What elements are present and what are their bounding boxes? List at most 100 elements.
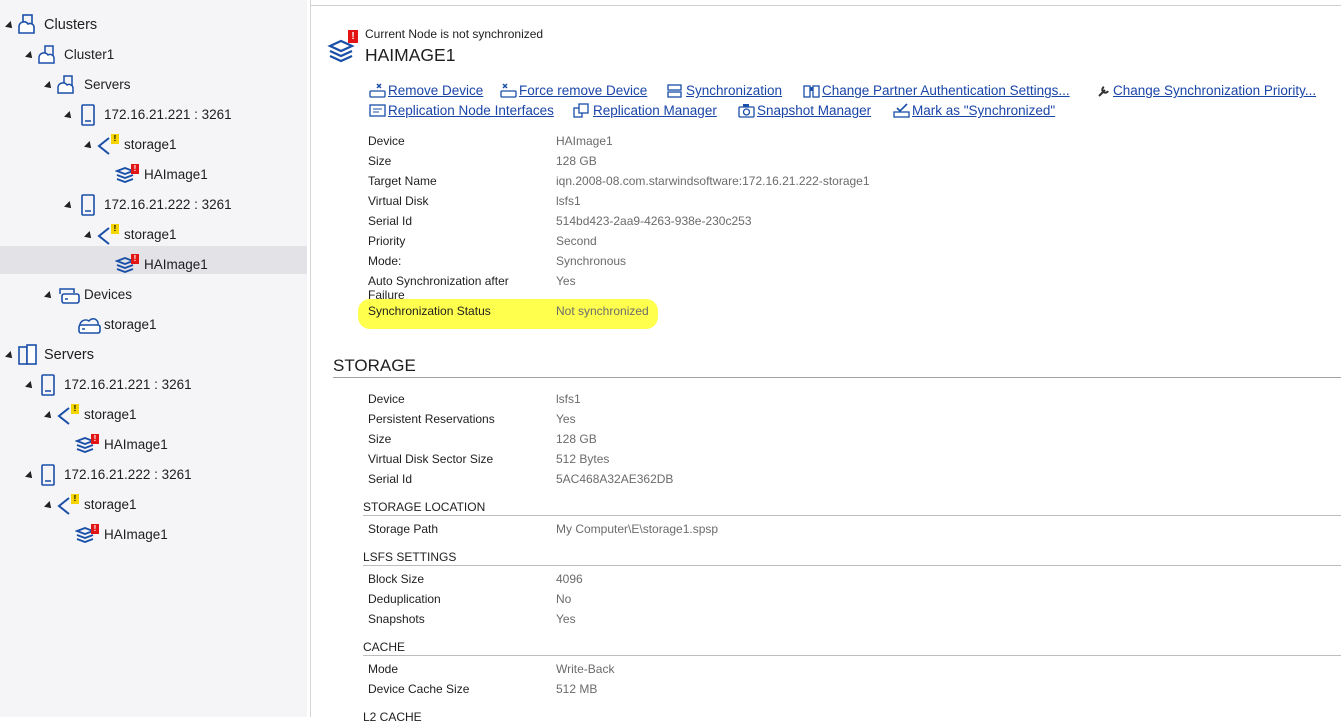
property-value: Synchronous bbox=[556, 254, 627, 268]
subsection-divider bbox=[363, 565, 1341, 566]
expand-arrow-icon[interactable] bbox=[25, 381, 35, 391]
sync-status-notice: Current Node is not synchronized bbox=[365, 27, 544, 41]
property-value: 514bd423-2aa9-4263-938e-230c253 bbox=[556, 214, 752, 228]
server-icon bbox=[81, 194, 95, 216]
l2-cache-title: L2 CACHE bbox=[363, 710, 422, 724]
error-badge-icon: ! bbox=[131, 254, 139, 264]
tree-label: Devices bbox=[84, 287, 133, 302]
property-label: Persistent Reservations bbox=[368, 412, 495, 426]
mark-as-synchronized-link[interactable]: Mark as "Synchronized" bbox=[893, 103, 1055, 118]
servers-icon bbox=[18, 344, 37, 365]
sync-icon bbox=[667, 84, 682, 98]
property-label: Priority bbox=[368, 234, 406, 248]
expand-arrow-icon[interactable] bbox=[44, 81, 54, 91]
expand-arrow-icon[interactable] bbox=[84, 231, 94, 241]
expand-arrow-icon[interactable] bbox=[25, 51, 35, 61]
property-value: 4096 bbox=[556, 572, 583, 586]
tree-label: Servers bbox=[84, 77, 131, 92]
server-icon bbox=[81, 104, 95, 126]
expand-arrow-icon[interactable] bbox=[5, 21, 15, 31]
property-label: Device bbox=[368, 134, 405, 148]
tree-label: 172.16.21.221 : 3261 bbox=[104, 107, 232, 122]
tree-label: 172.16.21.221 : 3261 bbox=[64, 377, 192, 392]
warning-badge-icon: ! bbox=[111, 224, 119, 234]
subsection-divider bbox=[363, 515, 1341, 516]
remove-device-link[interactable]: Remove Device bbox=[369, 83, 483, 98]
tree-label: Clusters bbox=[44, 17, 98, 33]
expand-arrow-icon[interactable] bbox=[5, 351, 15, 361]
tree-label: Servers bbox=[44, 347, 94, 363]
wrench-icon bbox=[1098, 86, 1109, 97]
property-label: Mode bbox=[368, 662, 399, 676]
warning-badge-icon: ! bbox=[71, 494, 79, 504]
property-value: 128 GB bbox=[556, 154, 597, 168]
property-label: Size bbox=[368, 154, 392, 168]
synchronization-link[interactable]: Synchronization bbox=[666, 83, 782, 98]
property-label: Deduplication bbox=[368, 592, 441, 606]
property-value: Not synchronized bbox=[556, 304, 649, 318]
replication-node-interfaces-link[interactable]: Replication Node Interfaces bbox=[369, 103, 554, 118]
tree-label: storage1 bbox=[104, 317, 157, 332]
lsfs-settings-title: LSFS SETTINGS bbox=[363, 550, 457, 564]
cluster-icon bbox=[38, 45, 55, 64]
property-label: Synchronization Status bbox=[368, 304, 491, 318]
device-icon bbox=[78, 318, 101, 334]
expand-arrow-icon[interactable] bbox=[64, 201, 74, 211]
property-value: My Computer\E\storage1.spsp bbox=[556, 522, 719, 536]
tree-label: HAImage1 bbox=[104, 437, 168, 452]
snapshot-manager-link[interactable]: Snapshot Manager bbox=[738, 103, 871, 118]
property-value: Yes bbox=[556, 274, 576, 288]
server-icon bbox=[41, 374, 55, 396]
property-label: Target Name bbox=[368, 174, 437, 188]
devices-icon bbox=[59, 288, 80, 304]
tree-label: Cluster1 bbox=[64, 47, 115, 62]
property-label: Block Size bbox=[368, 572, 425, 586]
tree-label: storage1 bbox=[124, 137, 177, 152]
tree-label: HAImage1 bbox=[144, 257, 208, 272]
section-divider bbox=[333, 377, 1341, 378]
expand-arrow-icon[interactable] bbox=[64, 111, 74, 121]
property-value: lsfs1 bbox=[556, 392, 581, 406]
replication-manager-link[interactable]: Replication Manager bbox=[573, 103, 717, 118]
expand-arrow-icon[interactable] bbox=[84, 141, 94, 151]
change-sync-priority-link[interactable]: Change Synchronization Priority... bbox=[1096, 83, 1316, 98]
tree-label: storage1 bbox=[84, 497, 137, 512]
storage-section-title: STORAGE bbox=[333, 356, 416, 375]
error-badge-icon: ! bbox=[91, 434, 99, 444]
error-badge-icon: ! bbox=[348, 30, 358, 43]
expand-arrow-icon[interactable] bbox=[44, 411, 54, 421]
remove-icon bbox=[369, 83, 386, 98]
server-icon bbox=[41, 464, 55, 486]
interfaces-icon bbox=[369, 104, 386, 117]
tree-label: 172.16.21.222 : 3261 bbox=[64, 467, 192, 482]
tree-label: HAImage1 bbox=[144, 167, 208, 182]
property-label: Serial Id bbox=[368, 214, 413, 228]
property-label: Virtual Disk bbox=[368, 194, 429, 208]
warning-badge-icon: ! bbox=[111, 134, 119, 144]
tree-label: storage1 bbox=[124, 227, 177, 242]
property-label: Serial Id bbox=[368, 472, 413, 486]
tree-label: storage1 bbox=[84, 407, 137, 422]
property-value: lsfs1 bbox=[556, 194, 581, 208]
warning-badge-icon: ! bbox=[71, 404, 79, 414]
property-value: Second bbox=[556, 234, 597, 248]
expand-arrow-icon[interactable] bbox=[25, 471, 35, 481]
force-remove-device-link[interactable]: Force remove Device bbox=[500, 83, 647, 98]
property-value: HAImage1 bbox=[556, 134, 613, 148]
error-badge-icon: ! bbox=[131, 164, 139, 174]
property-label: Virtual Disk Sector Size bbox=[368, 452, 494, 466]
property-value: 5AC468A32AE362DB bbox=[556, 472, 674, 486]
subsection-divider bbox=[363, 655, 1341, 656]
property-value: 512 MB bbox=[556, 682, 598, 696]
property-value: Yes bbox=[556, 412, 576, 426]
page-title: HAIMAGE1 bbox=[365, 45, 456, 65]
cluster-icon bbox=[18, 14, 35, 34]
change-partner-auth-link[interactable]: Change Partner Authentication Settings..… bbox=[803, 83, 1070, 98]
servers-icon bbox=[57, 75, 74, 94]
navigation-tree: Clusters Cluster1 Servers 172.16.21.221 … bbox=[0, 0, 307, 717]
expand-arrow-icon[interactable] bbox=[44, 291, 54, 301]
property-label: Device bbox=[368, 392, 405, 406]
expand-arrow-icon[interactable] bbox=[44, 501, 54, 511]
property-value: 128 GB bbox=[556, 432, 597, 446]
error-badge-icon: ! bbox=[91, 524, 99, 534]
